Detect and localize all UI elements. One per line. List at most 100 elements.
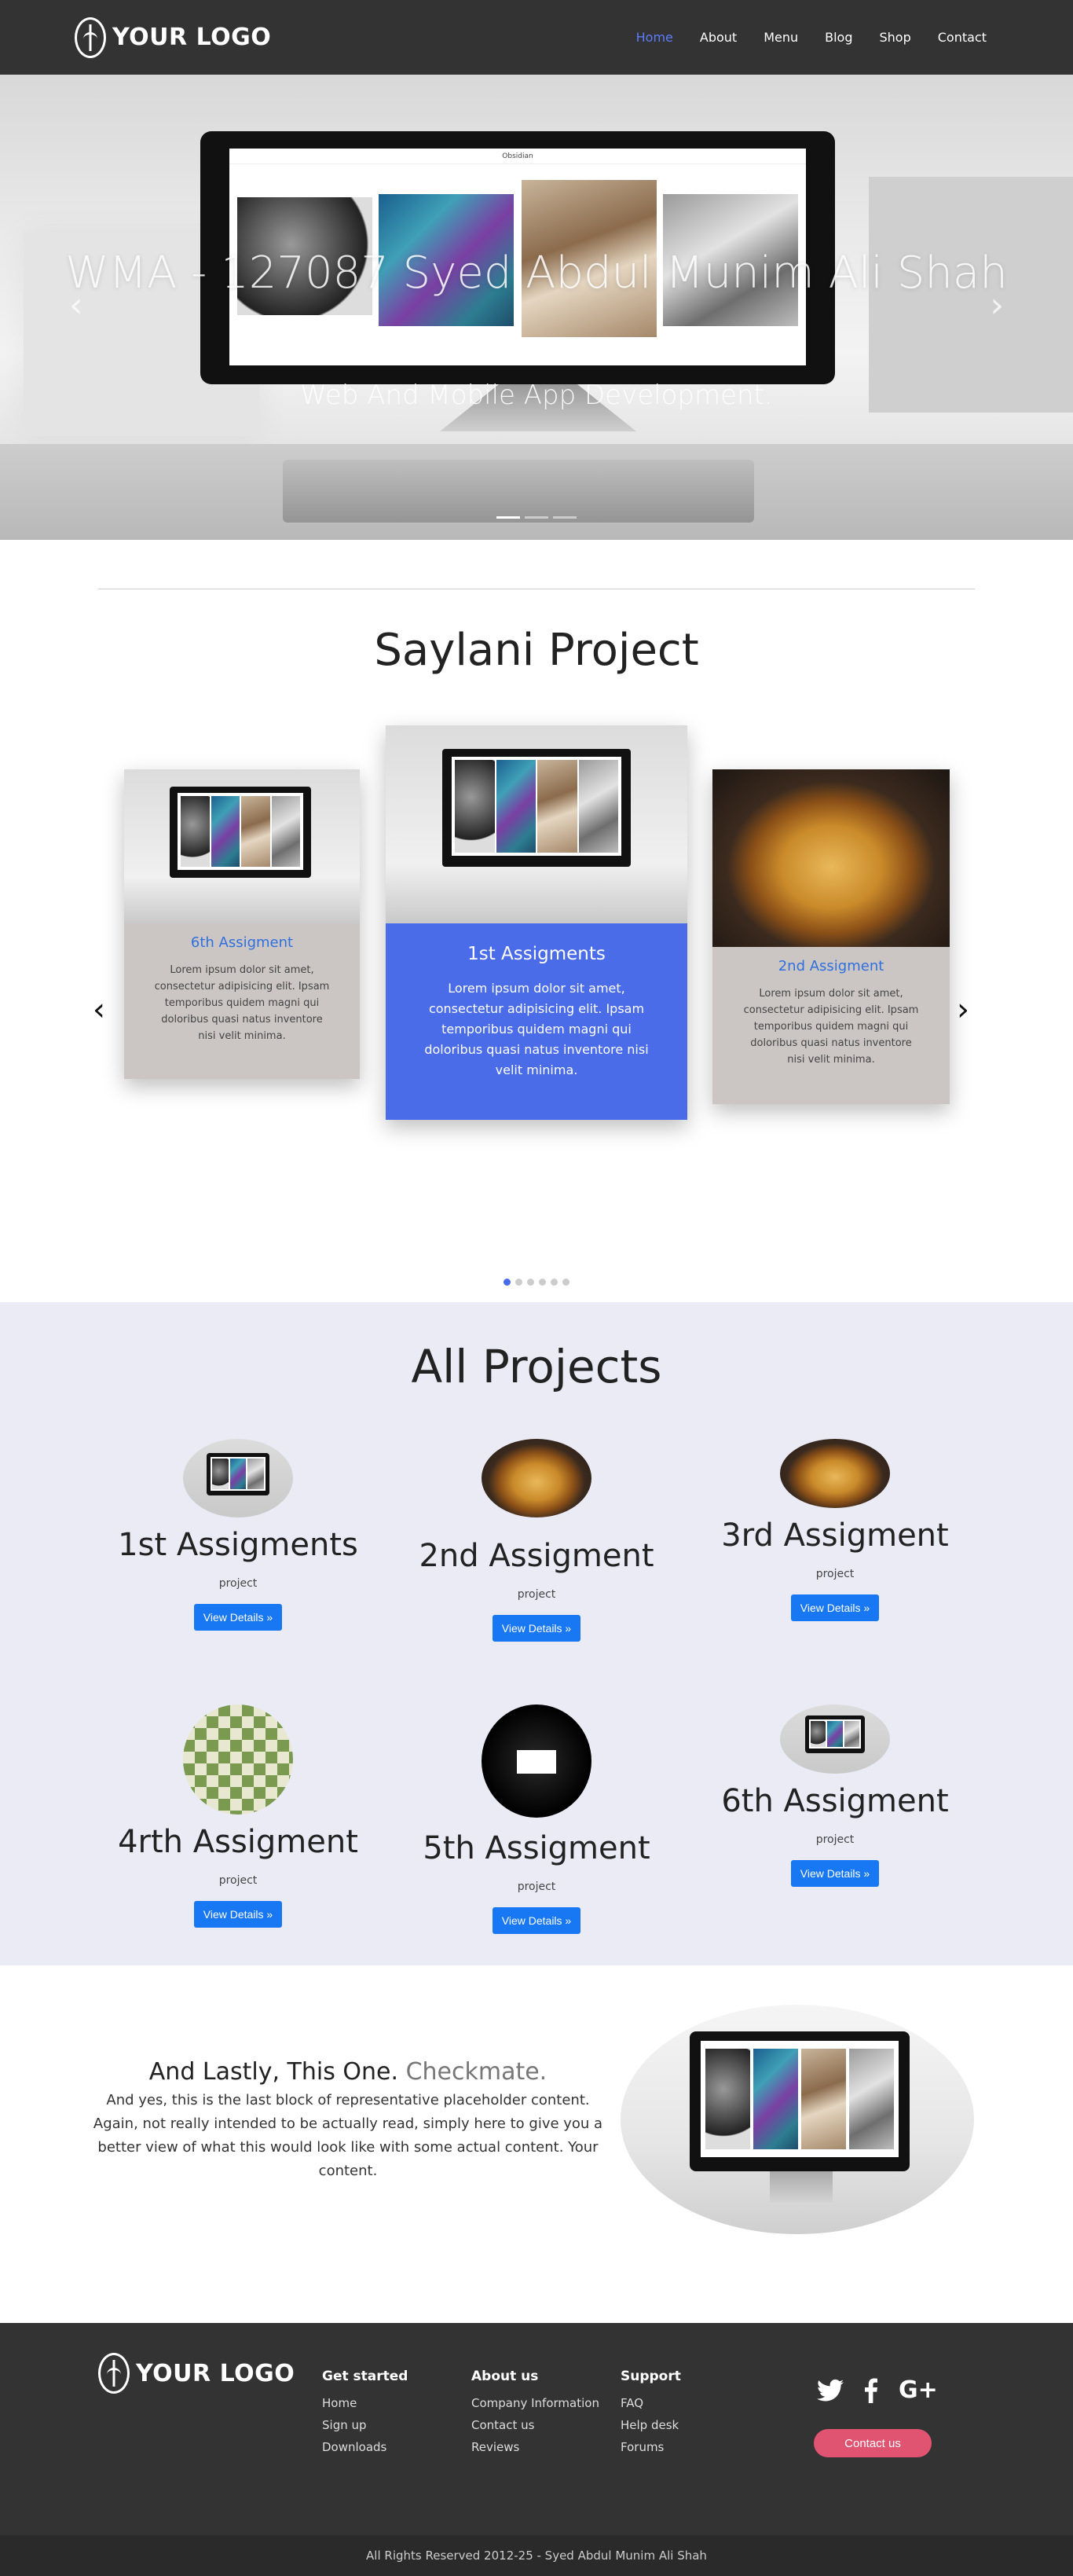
feature-heading-muted: Checkmate. <box>405 2058 547 2086</box>
saylani-section: Saylani Project ‹ 6th Assigment Lorem ip… <box>0 540 1073 1302</box>
hero-indicators <box>0 516 1073 519</box>
chevron-left-icon[interactable]: ‹ <box>93 992 105 1028</box>
project-card[interactable]: 6th Assigment Lorem ipsum dolor sit amet… <box>124 769 360 1079</box>
footer-link[interactable]: Contact us <box>471 2414 599 2436</box>
monitor-image <box>170 787 311 878</box>
carousel-dot[interactable] <box>539 1279 546 1286</box>
hero-indicator[interactable] <box>496 516 520 519</box>
footer-column: About us Company Information Contact us … <box>471 2369 599 2458</box>
hero-indicator[interactable] <box>553 516 577 519</box>
monitor-image <box>690 2031 910 2171</box>
facebook-icon[interactable] <box>864 2378 878 2410</box>
nav-links: Home About Menu Blog Shop Contact <box>636 30 987 45</box>
nav-link-shop[interactable]: Shop <box>880 30 911 45</box>
footer-logo[interactable]: YOUR LOGO <box>98 2353 295 2394</box>
section-title: Saylani Project <box>374 625 699 676</box>
view-details-button[interactable]: View Details » <box>790 1594 880 1621</box>
copyright-bar: All Rights Reserved 2012-25 - Syed Abdul… <box>0 2535 1073 2576</box>
project-thumbnail <box>780 1439 890 1508</box>
card-text: Lorem ipsum dolor sit amet, consectetur … <box>743 988 919 1066</box>
nav-link-contact[interactable]: Contact <box>938 30 987 45</box>
carousel-dot[interactable] <box>551 1279 558 1286</box>
card-title: 1st Assigments <box>467 944 606 964</box>
contact-us-button[interactable]: Contact us <box>814 2429 932 2457</box>
chevron-left-icon[interactable]: ‹ <box>69 285 83 325</box>
brand-logo[interactable]: YOUR LOGO <box>75 17 271 58</box>
card-image <box>124 769 360 923</box>
hero-title: WMA - 127087 Syed Abdul Munim Ali Shah <box>65 248 1008 299</box>
feature-image <box>621 2005 974 2234</box>
hero-indicator[interactable] <box>525 516 548 519</box>
project-thumbnail <box>482 1704 591 1818</box>
project-title: 2nd Assigment <box>419 1538 654 1574</box>
view-details-button[interactable]: View Details » <box>790 1860 880 1887</box>
carousel-dot[interactable] <box>562 1279 569 1286</box>
footer-link[interactable]: Company Information <box>471 2392 599 2414</box>
feature-section: And Lastly, This One. Checkmate. And yes… <box>0 1965 1073 2323</box>
footer-link[interactable]: Home <box>322 2392 408 2414</box>
footer-heading: Support <box>621 2369 681 2384</box>
feature-text: And Lastly, This One. Checkmate. And yes… <box>93 2058 603 2183</box>
project-subtitle: project <box>517 1881 556 1893</box>
project-item: 1st Assigments project View Details » <box>89 1439 387 1631</box>
footer-link[interactable]: FAQ <box>621 2392 681 2414</box>
carousel-dot[interactable] <box>504 1279 511 1286</box>
project-title: 4rth Assigment <box>118 1824 358 1860</box>
footer-link[interactable]: Downloads <box>322 2436 408 2458</box>
twitter-icon[interactable] <box>817 2378 844 2410</box>
logo-icon <box>98 2353 130 2394</box>
logo-icon <box>75 17 106 58</box>
feature-heading-main: And Lastly, This One. <box>148 2058 399 2086</box>
copyright-text: All Rights Reserved 2012-25 - Syed Abdul… <box>366 2548 707 2563</box>
project-item: 3rd Assigment project View Details » <box>686 1439 984 1621</box>
logo-text: YOUR LOGO <box>136 2359 295 2387</box>
project-subtitle: project <box>517 1588 556 1601</box>
all-projects-section: All Projects 1st Assigments project View… <box>0 1302 1073 1965</box>
project-item: 5th Assigment project View Details » <box>387 1704 686 1934</box>
chevron-right-icon[interactable]: › <box>990 285 1004 325</box>
project-item: 2nd Assigment project View Details » <box>387 1439 686 1642</box>
view-details-button[interactable]: View Details » <box>193 1901 283 1928</box>
view-details-button[interactable]: View Details » <box>193 1604 283 1631</box>
project-subtitle: project <box>218 1577 258 1590</box>
carousel-dots <box>0 1279 1073 1286</box>
project-card[interactable]: 2nd Assigment Lorem ipsum dolor sit amet… <box>712 769 950 1104</box>
card-title: 2nd Assigment <box>778 958 884 974</box>
project-thumbnail <box>482 1439 591 1517</box>
hero-subtitle: Web And Mobile App Development. <box>300 380 773 411</box>
footer-link[interactable]: Forums <box>621 2436 681 2458</box>
nav-link-about[interactable]: About <box>700 30 737 45</box>
footer-link[interactable]: Reviews <box>471 2436 599 2458</box>
view-details-button[interactable]: View Details » <box>492 1615 581 1642</box>
project-item: 6th Assigment project View Details » <box>686 1704 984 1887</box>
section-title: All Projects <box>411 1340 662 1393</box>
project-thumbnail <box>183 1704 293 1815</box>
project-title: 1st Assigments <box>118 1527 358 1563</box>
card-title: 6th Assigment <box>190 934 294 951</box>
project-card-active[interactable]: 1st Assigments Lorem ipsum dolor sit ame… <box>386 725 687 1120</box>
footer-heading: About us <box>471 2369 539 2384</box>
footer-link[interactable]: Sign up <box>322 2414 408 2436</box>
chevron-right-icon[interactable]: › <box>957 992 969 1028</box>
project-title: 5th Assigment <box>423 1830 650 1866</box>
footer-column: Support FAQ Help desk Forums <box>621 2369 681 2458</box>
project-subtitle: project <box>815 1833 855 1846</box>
nav-link-home[interactable]: Home <box>636 30 673 45</box>
project-subtitle: project <box>218 1874 258 1887</box>
footer-heading: Get started <box>322 2369 408 2384</box>
carousel-dot[interactable] <box>515 1279 522 1286</box>
hero-carousel: Obsidian WMA - 127087 Syed Abdul Munim A… <box>0 75 1073 540</box>
carousel-dot[interactable] <box>527 1279 534 1286</box>
google-plus-icon[interactable]: G+ <box>899 2378 938 2410</box>
nav-link-blog[interactable]: Blog <box>825 30 852 45</box>
laptop-image <box>283 460 754 523</box>
feature-heading: And Lastly, This One. Checkmate. <box>93 2058 603 2086</box>
project-thumbnail <box>780 1704 890 1774</box>
card-text: Lorem ipsum dolor sit amet, consectetur … <box>424 981 649 1077</box>
card-image <box>386 725 687 923</box>
nav-link-menu[interactable]: Menu <box>764 30 798 45</box>
footer-link[interactable]: Help desk <box>621 2414 681 2436</box>
project-title: 6th Assigment <box>721 1783 949 1819</box>
view-details-button[interactable]: View Details » <box>492 1907 581 1934</box>
screen-brand: Obsidian <box>229 149 806 164</box>
